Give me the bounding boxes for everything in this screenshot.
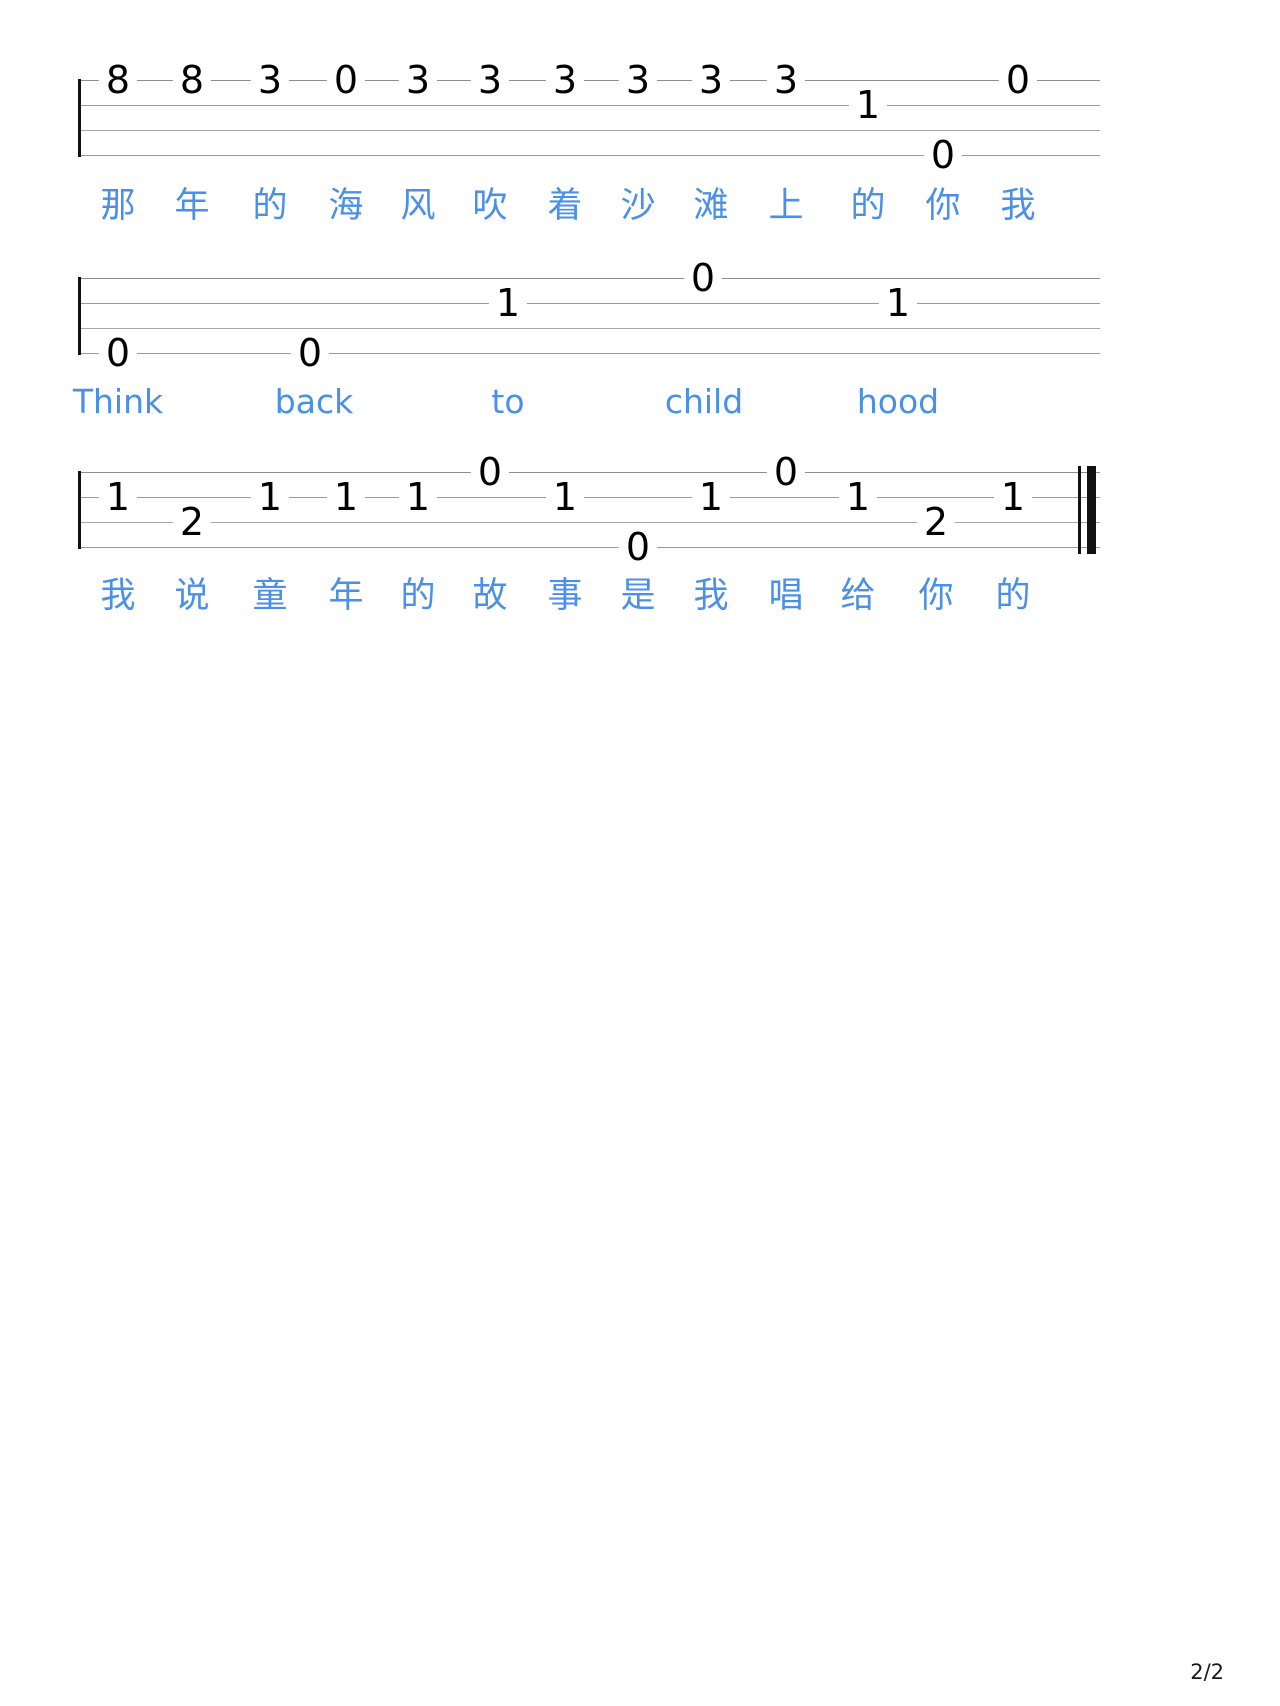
string-line-2 xyxy=(78,497,1100,498)
lyric-syllable: 说 xyxy=(174,576,210,616)
barline-thick xyxy=(1087,466,1096,554)
lyric-syllable: 故 xyxy=(472,576,508,616)
staff: 0 0 1 0 1 xyxy=(78,259,1100,372)
fret-number: 1 xyxy=(398,478,438,516)
string-line-1 xyxy=(78,278,1100,279)
fret-number: 0 xyxy=(470,453,510,491)
string-line-4 xyxy=(78,547,1100,548)
string-line-3 xyxy=(78,328,1100,329)
fret-number: 1 xyxy=(488,284,528,322)
tab-sheet: 8 8 3 0 3 3 3 3 3 3 1 0 0 那年的海风吹着沙滩上的你我 0 0 1 0 1 Think back… xyxy=(0,0,1280,1706)
lyric-syllable: hood xyxy=(856,382,940,421)
fret-number: 0 xyxy=(98,334,138,372)
fret-number: 0 xyxy=(290,334,330,372)
fret-number: 0 xyxy=(766,453,806,491)
staff: 1211101010121 xyxy=(78,453,1100,566)
tab-system-2: 0 0 1 0 1 xyxy=(78,259,1100,372)
fret-number: 0 xyxy=(618,528,658,566)
fret-number: 3 xyxy=(398,61,438,99)
lyric-syllable: 我 xyxy=(693,576,729,616)
lyric-row-2: Think back to child hood xyxy=(73,380,1100,432)
string-line-1 xyxy=(78,472,1100,473)
lyric-syllable: 那 xyxy=(100,186,136,226)
fret-number: 3 xyxy=(545,61,585,99)
tab-system-3: 1211101010121 xyxy=(78,453,1100,566)
fret-number: 3 xyxy=(691,61,731,99)
fret-number: 1 xyxy=(250,478,290,516)
lyric-syllable: 海 xyxy=(328,186,364,226)
fret-number: 8 xyxy=(172,61,212,99)
page-number: 2/2 xyxy=(1190,1660,1224,1684)
lyric-syllable: 沙 xyxy=(620,186,656,226)
barline-start xyxy=(78,277,81,355)
lyric-syllable: 的 xyxy=(252,186,288,226)
string-line-2 xyxy=(78,105,1100,106)
fret-number: 0 xyxy=(998,61,1038,99)
lyric-syllable: 我 xyxy=(1000,186,1036,226)
fret-number: 1 xyxy=(98,478,138,516)
fret-number: 0 xyxy=(326,61,366,99)
lyric-syllable: 是 xyxy=(620,576,656,616)
fret-number: 1 xyxy=(848,86,888,124)
lyric-syllable: 童 xyxy=(252,576,288,616)
lyric-syllable: 吹 xyxy=(472,186,508,226)
fret-number: 3 xyxy=(470,61,510,99)
lyric-row-1: 那年的海风吹着沙滩上的你我 xyxy=(78,184,1100,236)
fret-number: 1 xyxy=(326,478,366,516)
fret-number: 3 xyxy=(250,61,290,99)
lyric-syllable: 着 xyxy=(547,186,583,226)
string-line-3 xyxy=(78,130,1100,131)
lyric-syllable: 我 xyxy=(100,576,136,616)
fret-number: 1 xyxy=(993,478,1033,516)
fret-number: 2 xyxy=(172,503,212,541)
lyric-syllable: to xyxy=(491,382,525,421)
tab-system-1: 8830333333100 xyxy=(78,61,1100,174)
string-line-4 xyxy=(78,353,1100,354)
barline-thin xyxy=(1078,466,1081,554)
barline-start xyxy=(78,471,81,549)
fret-number: 2 xyxy=(916,503,956,541)
lyric-syllable: 事 xyxy=(547,576,583,616)
lyric-syllable: child xyxy=(664,382,744,421)
barline-start xyxy=(78,79,81,157)
lyric-syllable: 的 xyxy=(995,576,1031,616)
lyric-syllable: 滩 xyxy=(693,186,729,226)
lyric-syllable: back xyxy=(274,382,354,421)
lyric-syllable: 你 xyxy=(918,576,954,616)
lyric-syllable: 上 xyxy=(768,186,804,226)
lyric-syllable: 年 xyxy=(174,186,210,226)
lyric-syllable: 风 xyxy=(400,186,436,226)
lyric-syllable: 你 xyxy=(925,186,961,226)
lyric-syllable: 年 xyxy=(328,576,364,616)
string-line-1 xyxy=(78,80,1100,81)
fret-number: 1 xyxy=(838,478,878,516)
fret-number: 3 xyxy=(766,61,806,99)
fret-number: 3 xyxy=(618,61,658,99)
lyric-syllable: 给 xyxy=(840,576,876,616)
staff: 8830333333100 xyxy=(78,61,1100,174)
fret-number: 8 xyxy=(98,61,138,99)
fret-number: 0 xyxy=(683,259,723,297)
lyric-row-3: 我说童年的故事是我唱给你的 xyxy=(78,574,1100,626)
fret-number: 1 xyxy=(545,478,585,516)
string-line-2 xyxy=(78,303,1100,304)
lyric-syllable: 的 xyxy=(850,186,886,226)
fret-number: 0 xyxy=(923,136,963,174)
lyric-syllable: 的 xyxy=(400,576,436,616)
fret-number: 1 xyxy=(691,478,731,516)
fret-number: 1 xyxy=(878,284,918,322)
lyric-syllable: 唱 xyxy=(768,576,804,616)
lyric-syllable: Think xyxy=(72,382,164,421)
